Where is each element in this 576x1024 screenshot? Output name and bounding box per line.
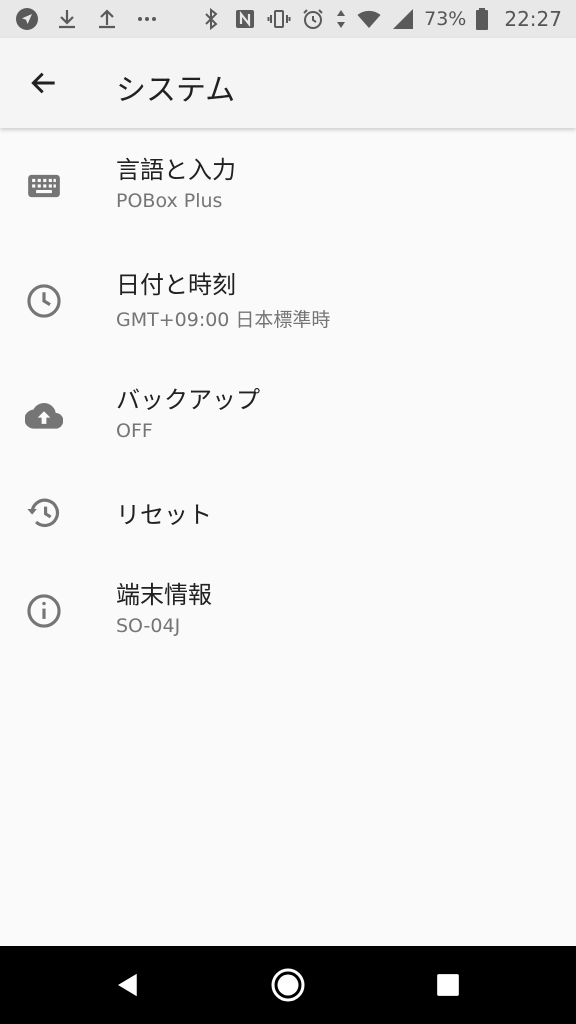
wifi-icon — [356, 6, 382, 32]
navigation-bar — [0, 946, 576, 1024]
setting-subtitle: OFF — [116, 420, 153, 442]
setting-date-time[interactable]: 日付と時刻 GMT+09:00 日本標準時 — [0, 243, 576, 358]
cloud-upload-icon — [24, 396, 64, 436]
clock-icon — [24, 281, 64, 321]
setting-language-input[interactable]: 言語と入力 POBox Plus — [0, 128, 576, 243]
setting-title: バックアップ — [116, 386, 260, 414]
setting-title: リセット — [116, 501, 212, 529]
page-title: システム — [116, 73, 236, 108]
battery-icon — [474, 6, 490, 32]
screen: 73% 22:27 システム 言語と入力 POBox Plus 日付と時刻 GM… — [0, 0, 576, 1024]
download-icon — [54, 6, 80, 32]
setting-title: 端末情報 — [116, 581, 212, 609]
status-bar: 73% 22:27 — [0, 0, 576, 38]
setting-backup[interactable]: バックアップ OFF — [0, 358, 576, 473]
back-triangle-icon — [118, 973, 137, 997]
history-icon — [24, 493, 64, 533]
signal-icon — [390, 6, 416, 32]
setting-subtitle: POBox Plus — [116, 190, 223, 212]
keyboard-icon — [24, 166, 64, 206]
status-left-icons — [14, 6, 160, 32]
bluetooth-icon — [198, 6, 224, 32]
info-icon — [24, 591, 64, 631]
setting-subtitle: GMT+09:00 日本標準時 — [116, 309, 331, 331]
nav-back-button[interactable] — [108, 965, 148, 1005]
data-arrows-icon — [334, 6, 348, 32]
battery-percent: 73% — [424, 8, 467, 30]
alarm-icon — [300, 6, 326, 32]
arrow-back-icon — [31, 72, 55, 94]
navigation-icon — [14, 6, 40, 32]
recents-square-icon — [437, 974, 459, 996]
nav-home-button[interactable] — [268, 965, 308, 1005]
back-button[interactable] — [22, 61, 66, 105]
vibrate-icon — [266, 6, 292, 32]
setting-title: 言語と入力 — [116, 156, 236, 184]
nfc-icon — [232, 6, 258, 32]
home-circle-icon — [271, 968, 305, 1002]
upload-icon — [94, 6, 120, 32]
status-time: 22:27 — [504, 7, 562, 31]
setting-reset[interactable]: リセット — [0, 473, 576, 553]
setting-device-info[interactable]: 端末情報 SO-04J — [0, 553, 576, 668]
setting-subtitle: SO-04J — [116, 615, 181, 637]
nav-recents-button[interactable] — [428, 965, 468, 1005]
status-right-icons: 73% 22:27 — [198, 6, 562, 32]
more-icon — [134, 6, 160, 32]
app-bar: システム — [0, 38, 576, 128]
settings-list: 言語と入力 POBox Plus 日付と時刻 GMT+09:00 日本標準時 バ… — [0, 128, 576, 668]
setting-title: 日付と時刻 — [116, 271, 236, 299]
